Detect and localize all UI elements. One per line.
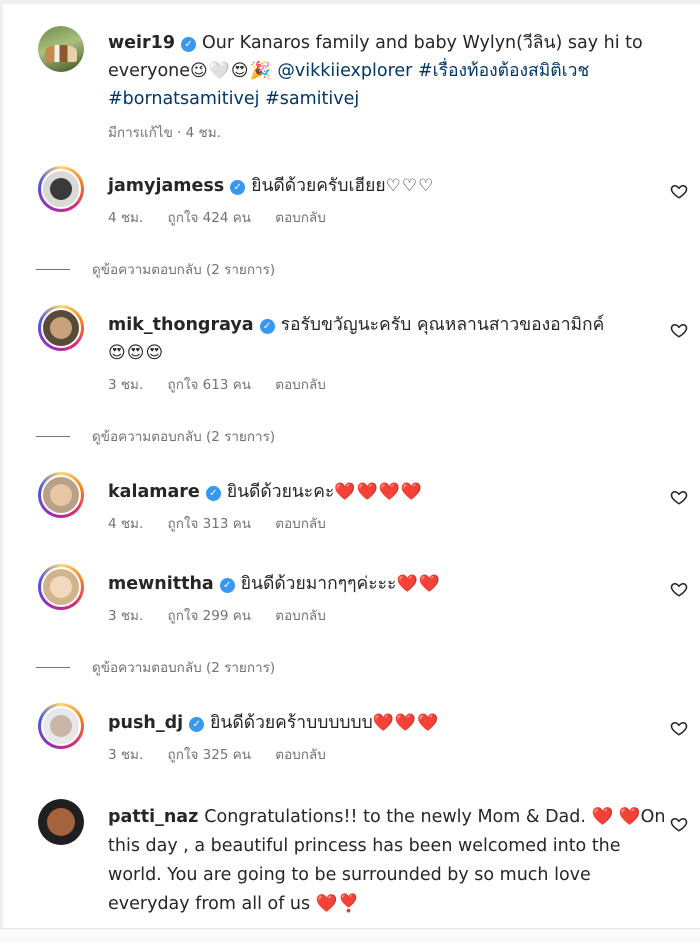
- verified-badge-icon: ✓: [181, 37, 197, 52]
- view-replies-label: ดูข้อความตอบกลับ (2 รายการ): [92, 660, 276, 676]
- avatar[interactable]: [38, 26, 84, 72]
- comment-meta: 3 ชม. ถูกใจ 613 คน ตอบกลับ: [108, 373, 668, 395]
- comment-time: 3 ชม.: [108, 747, 144, 763]
- comment-body: ยินดีด้วยมากๆๆค่ะะะ: [240, 574, 397, 594]
- like-count[interactable]: ถูกใจ 424 คน: [168, 210, 251, 226]
- comment-text: patti_naz Congratulations!! to the newly …: [108, 803, 668, 919]
- comment-body: ยินดีด้วยครับเฮียย: [251, 176, 386, 196]
- window-bottom-border: [0, 928, 700, 943]
- comment-emojis: ❤️❤️: [396, 574, 441, 594]
- like-count[interactable]: ถูกใจ 613 คน: [168, 377, 251, 393]
- avatar[interactable]: [38, 564, 84, 610]
- comment-text: push_dj ✓ ยินดีด้วยคร้าบบบบบบ❤️❤️❤️: [108, 709, 668, 737]
- username[interactable]: jamyjamess: [108, 176, 224, 196]
- reply-button[interactable]: ตอบกลับ: [275, 377, 325, 393]
- view-replies-button[interactable]: ดูข้อความตอบกลับ (2 รายการ): [36, 258, 668, 280]
- divider: [36, 666, 70, 668]
- comment-meta: 4 ชม. ถูกใจ 424 คน ตอบกลับ: [108, 206, 668, 228]
- divider: [36, 435, 70, 437]
- caption-emojis: 😉🤍😍🎉: [190, 61, 272, 81]
- like-count[interactable]: ถูกใจ 299 คน: [168, 608, 251, 624]
- comment-text: kalamare ✓ ยินดีด้วยนะคะ❤️❤️❤️❤️: [108, 478, 668, 506]
- comment-emojis: 😍😍😍: [108, 343, 165, 363]
- view-replies-label: ดูข้อความตอบกลับ (2 รายการ): [92, 429, 276, 445]
- mention-link[interactable]: @vikkiiexplorer: [277, 61, 412, 81]
- comment-text: jamyjamess ✓ ยินดีด้วยครับเฮียย♡♡♡: [108, 172, 668, 200]
- window-left-border: [0, 0, 3, 943]
- verified-badge-icon: ✓: [230, 180, 246, 195]
- comment-time: 4 ชม.: [108, 516, 144, 532]
- reply-button[interactable]: ตอบกลับ: [275, 608, 325, 624]
- caption-meta: มีการแก้ไข · 4 ชม.: [108, 125, 221, 141]
- view-replies-button[interactable]: ดูข้อความตอบกลับ (2 รายการ): [36, 425, 668, 447]
- heart-outline-icon[interactable]: [670, 321, 688, 339]
- comment-text: mik_thongraya ✓ รอรับขวัญนะครับ คุณหลานสาว…: [108, 311, 668, 367]
- comment-meta: 3 ชม. ถูกใจ 299 คน ตอบกลับ: [108, 604, 668, 626]
- username[interactable]: weir19: [108, 33, 175, 53]
- view-replies-label: ดูข้อความตอบกลับ (2 รายการ): [92, 262, 276, 278]
- comment-emojis: ♡♡♡: [385, 176, 435, 196]
- avatar[interactable]: [38, 472, 84, 518]
- like-count[interactable]: ถูกใจ 313 คน: [168, 516, 251, 532]
- comment-text: mewnittha ✓ ยินดีด้วยมากๆๆค่ะะะ❤️❤️: [108, 570, 668, 598]
- comment-time: 3 ชม.: [108, 377, 144, 393]
- like-count[interactable]: ถูกใจ 325 คน: [168, 747, 251, 763]
- heart-outline-icon[interactable]: [670, 719, 688, 737]
- username[interactable]: push_dj: [108, 713, 183, 733]
- heart-outline-icon[interactable]: [670, 182, 688, 200]
- heart-outline-icon[interactable]: [670, 580, 688, 598]
- avatar[interactable]: [38, 703, 84, 749]
- verified-badge-icon: ✓: [259, 319, 275, 334]
- verified-badge-icon: ✓: [205, 486, 221, 501]
- verified-badge-icon: ✓: [219, 578, 235, 593]
- heart-outline-icon[interactable]: [670, 488, 688, 506]
- comment-body: ยินดีด้วยนะคะ: [226, 482, 335, 502]
- avatar[interactable]: [38, 305, 84, 351]
- reply-button[interactable]: ตอบกลับ: [275, 210, 325, 226]
- window-top-border: [0, 0, 700, 4]
- avatar[interactable]: [38, 166, 84, 212]
- username[interactable]: patti_naz: [108, 807, 198, 827]
- comment-time: 3 ชม.: [108, 608, 144, 624]
- comment-time: 4 ชม.: [108, 210, 144, 226]
- reply-button[interactable]: ตอบกลับ: [275, 516, 325, 532]
- view-replies-button[interactable]: ดูข้อความตอบกลับ (2 รายการ): [36, 656, 668, 678]
- comment-meta: 4 ชม. ถูกใจ 313 คน ตอบกลับ: [108, 512, 668, 534]
- comment-emojis: ❤️❤️❤️: [372, 713, 440, 733]
- username[interactable]: kalamare: [108, 482, 200, 502]
- verified-badge-icon: ✓: [189, 717, 205, 732]
- username[interactable]: mewnittha: [108, 574, 214, 594]
- avatar[interactable]: [38, 799, 84, 845]
- reply-button[interactable]: ตอบกลับ: [275, 747, 325, 763]
- username[interactable]: mik_thongraya: [108, 315, 254, 335]
- comment-body: รอรับขวัญนะครับ คุณหลานสาวของอามิกค์: [280, 315, 605, 335]
- comment-body: ยินดีด้วยคร้าบบบบบบ: [210, 713, 373, 733]
- heart-outline-icon[interactable]: [670, 815, 688, 833]
- divider: [36, 268, 70, 270]
- hashtag-link[interactable]: #bornatsamitivej: [108, 89, 260, 109]
- hashtag-link[interactable]: #เรื่องท้องต้องสมิติเวช: [418, 61, 589, 81]
- comment-meta: 3 ชม. ถูกใจ 325 คน ตอบกลับ: [108, 743, 668, 765]
- hashtag-link[interactable]: #samitivej: [265, 89, 359, 109]
- comment-emojis: ❤️❤️❤️❤️: [334, 482, 423, 502]
- caption-text: weir19 ✓ Our Kanaros family and baby Wylyn…: [108, 29, 668, 113]
